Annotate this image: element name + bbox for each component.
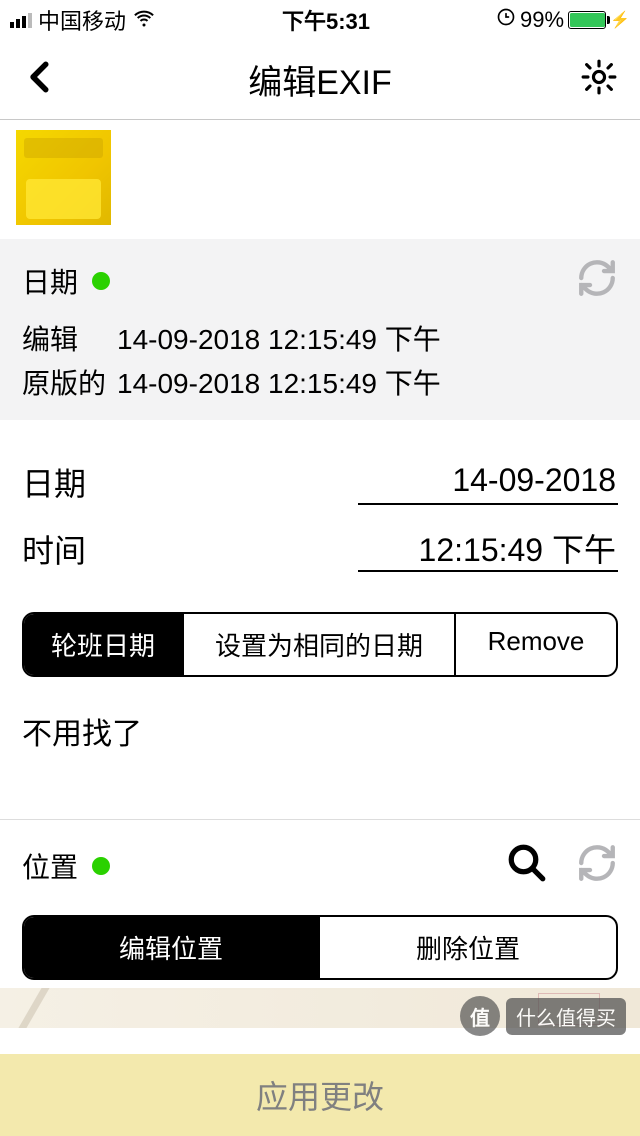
status-time: 下午5:31 bbox=[282, 4, 370, 36]
content: 日期 编辑 14-09-2018 12:15:49 下午 原版的 14-09-2… bbox=[0, 120, 640, 1136]
original-value: 14-09-2018 12:15:49 下午 bbox=[117, 362, 441, 402]
apply-changes-button[interactable]: 应用更改 bbox=[0, 1040, 640, 1136]
location-section-label: 位置 bbox=[22, 846, 78, 886]
edited-value: 14-09-2018 12:15:49 下午 bbox=[117, 318, 441, 358]
date-input[interactable] bbox=[358, 458, 618, 505]
signal-icon bbox=[10, 13, 32, 28]
status-right: 99% ⚡ bbox=[496, 7, 630, 33]
date-section-header: 日期 编辑 14-09-2018 12:15:49 下午 原版的 14-09-2… bbox=[0, 239, 640, 420]
carrier-label: 中国移动 bbox=[38, 4, 126, 36]
rotation-lock-icon bbox=[496, 7, 516, 33]
date-field-row: 日期 bbox=[22, 454, 618, 509]
date-segment-control: 轮班日期 设置为相同的日期 Remove bbox=[22, 612, 618, 677]
edited-date-row: 编辑 14-09-2018 12:15:49 下午 bbox=[22, 318, 618, 358]
refresh-button[interactable] bbox=[576, 257, 618, 304]
photo-thumbnail[interactable] bbox=[16, 130, 111, 225]
time-input[interactable] bbox=[358, 525, 618, 572]
location-header: 位置 bbox=[22, 820, 618, 905]
battery-percent: 99% bbox=[520, 7, 564, 33]
apply-label: 应用更改 bbox=[256, 1072, 384, 1118]
date-edit-section: 日期 时间 轮班日期 设置为相同的日期 Remove 不用找了 bbox=[0, 420, 640, 819]
status-dot-icon bbox=[92, 857, 110, 875]
edited-label: 编辑 bbox=[22, 318, 117, 358]
watermark-text: 什么值得买 bbox=[506, 998, 626, 1035]
wifi-icon bbox=[132, 5, 156, 35]
nav-header: 编辑EXIF bbox=[0, 40, 640, 120]
watermark-badge: 值 bbox=[460, 996, 500, 1036]
shift-date-button[interactable]: 轮班日期 bbox=[24, 614, 184, 675]
search-button[interactable] bbox=[506, 842, 548, 889]
watermark: 值 什么值得买 bbox=[460, 996, 626, 1036]
original-date-row: 原版的 14-09-2018 12:15:49 下午 bbox=[22, 362, 618, 402]
battery-icon bbox=[568, 11, 606, 29]
status-left: 中国移动 bbox=[10, 4, 156, 36]
refresh-location-button[interactable] bbox=[576, 842, 618, 889]
date-field-label: 日期 bbox=[22, 459, 86, 505]
settings-button[interactable] bbox=[580, 58, 618, 101]
no-find-label: 不用找了 bbox=[22, 677, 618, 801]
original-label: 原版的 bbox=[22, 362, 117, 402]
thumbnail-row bbox=[0, 120, 640, 225]
time-field-row: 时间 bbox=[22, 521, 618, 576]
time-field-label: 时间 bbox=[22, 526, 86, 572]
status-dot-icon bbox=[92, 272, 110, 290]
delete-location-button[interactable]: 删除位置 bbox=[320, 917, 616, 978]
status-bar: 中国移动 下午5:31 99% ⚡ bbox=[0, 0, 640, 40]
location-segment-control: 编辑位置 删除位置 bbox=[22, 915, 618, 980]
set-same-date-button[interactable]: 设置为相同的日期 bbox=[184, 614, 456, 675]
charging-icon: ⚡ bbox=[610, 10, 630, 30]
edit-location-button[interactable]: 编辑位置 bbox=[24, 917, 320, 978]
page-title: 编辑EXIF bbox=[248, 55, 392, 104]
back-button[interactable] bbox=[22, 58, 60, 101]
date-section-label: 日期 bbox=[22, 261, 78, 301]
remove-button[interactable]: Remove bbox=[456, 614, 616, 675]
